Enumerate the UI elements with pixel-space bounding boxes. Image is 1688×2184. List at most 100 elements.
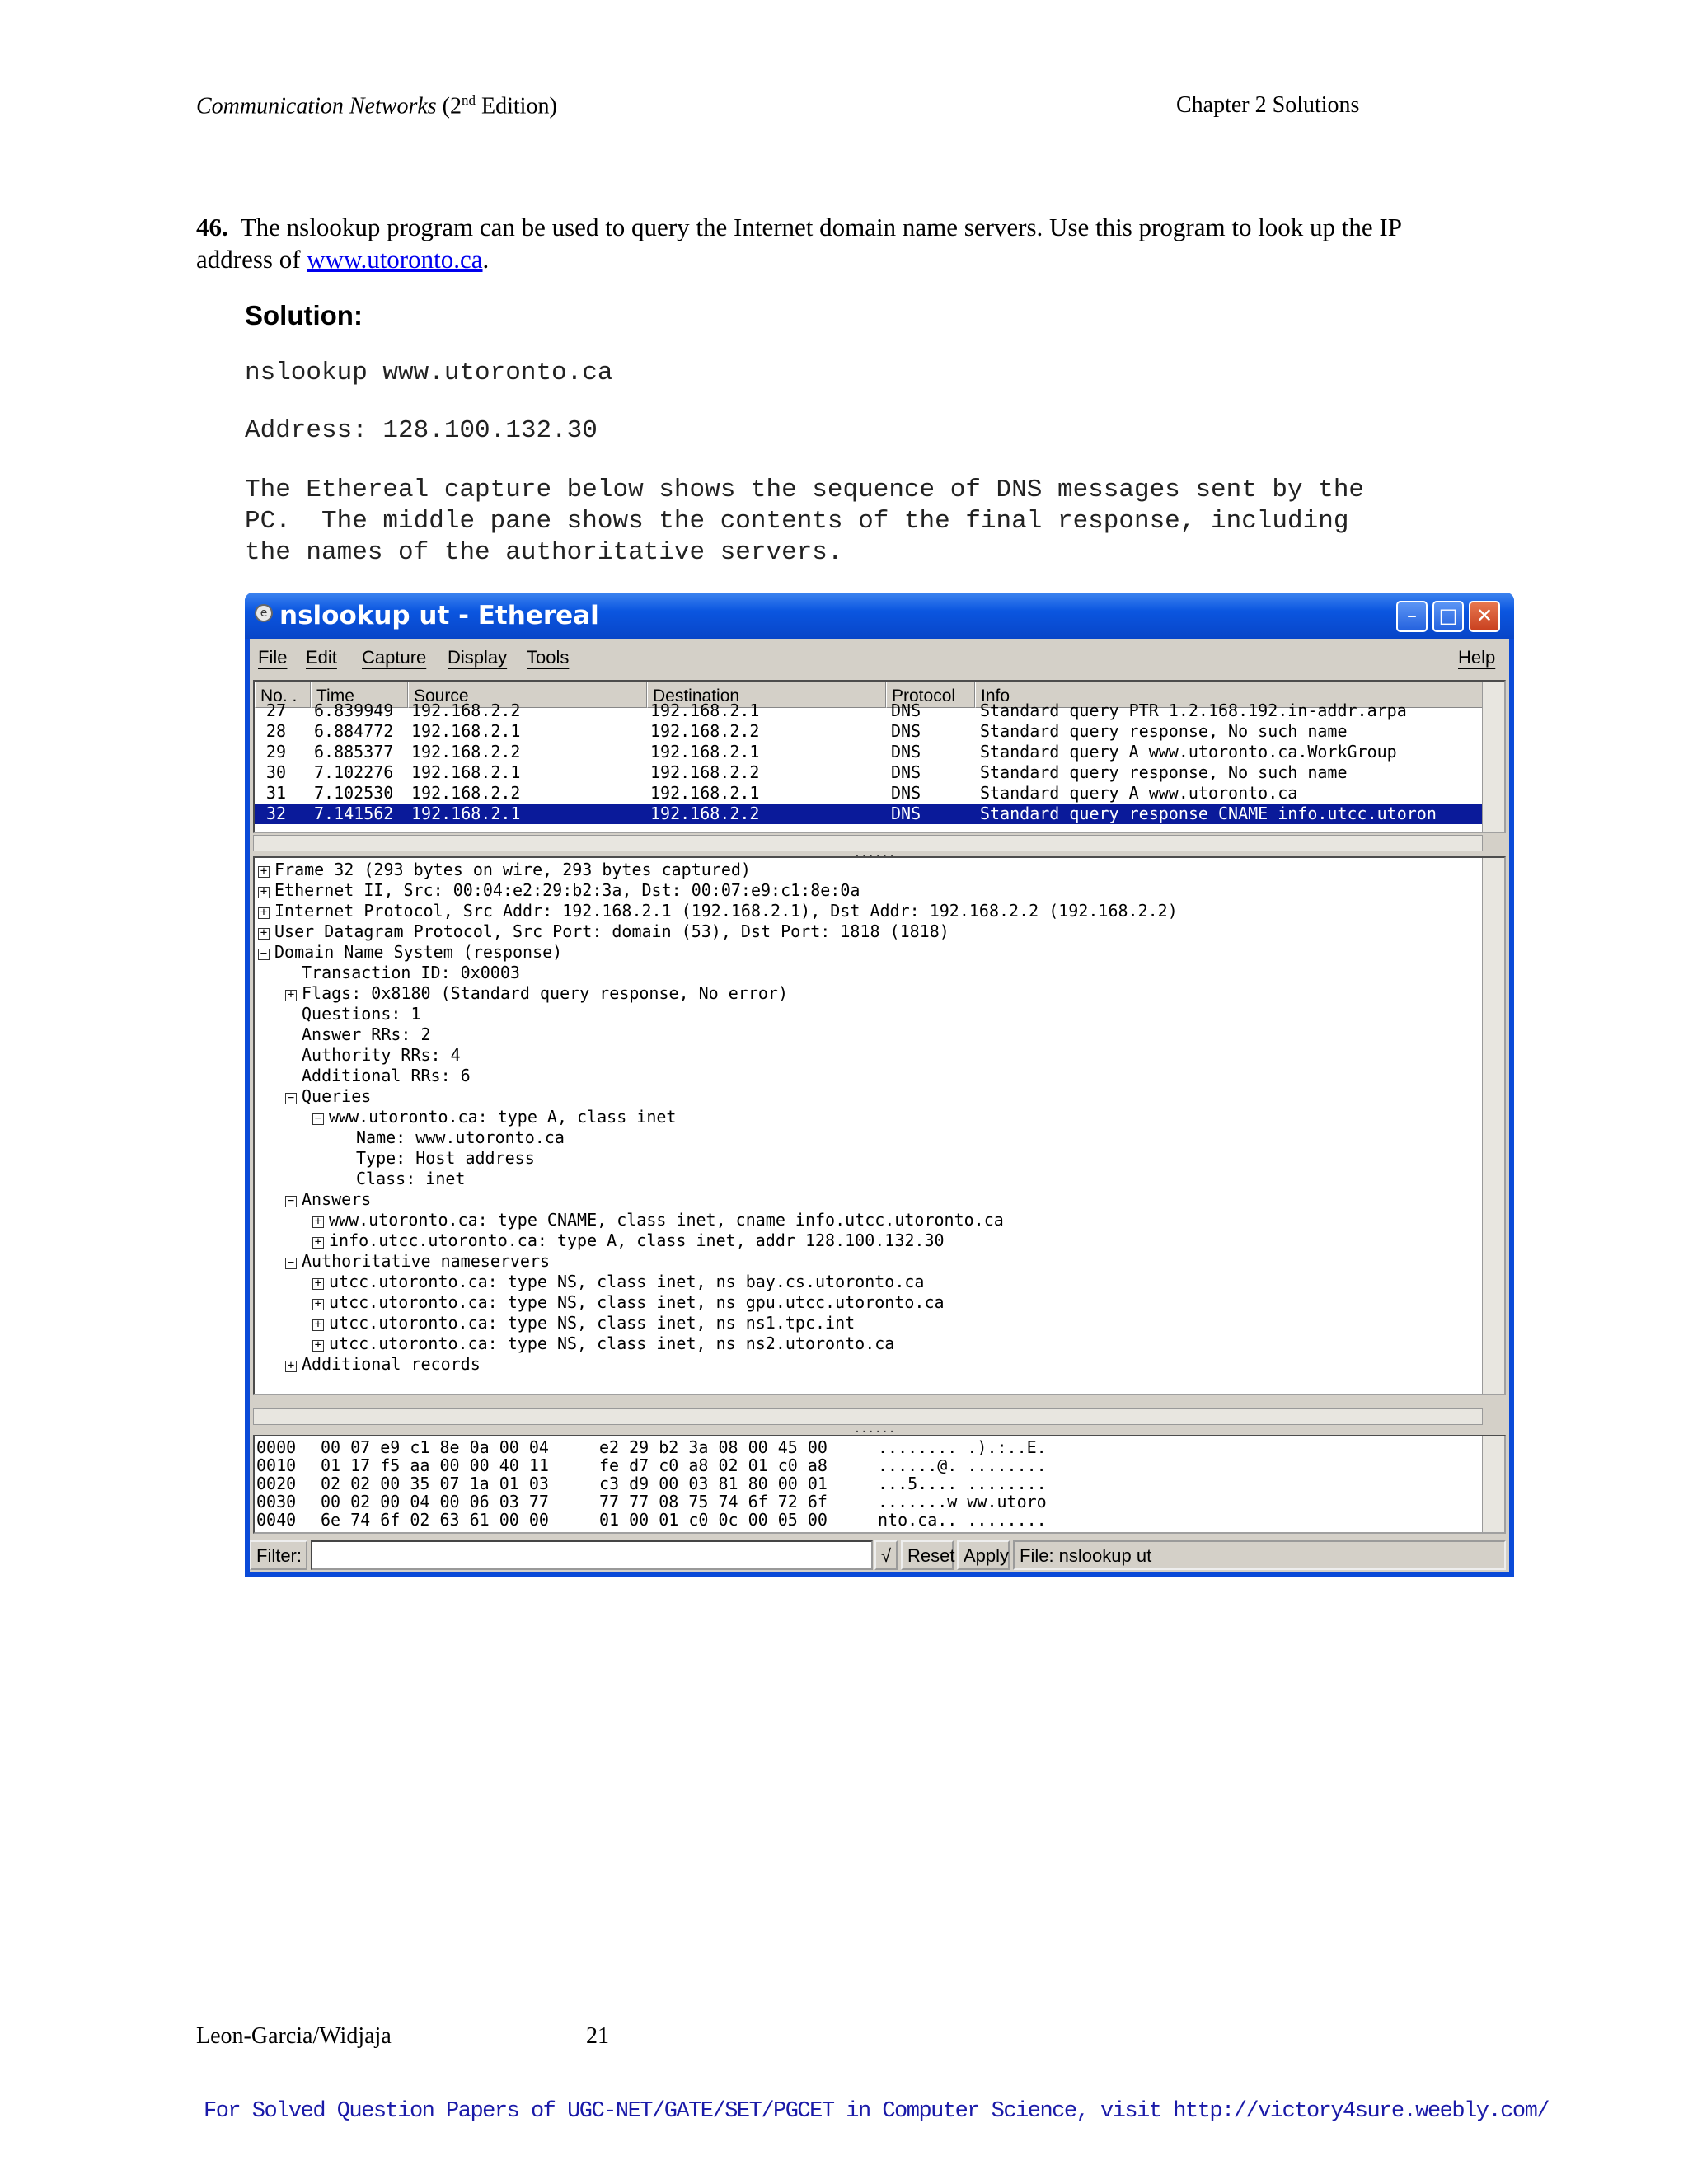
tree-item-label: utcc.utoronto.ca: type NS, class inet, n… xyxy=(329,1272,925,1291)
tree-item-label: Ethernet II, Src: 00:04:e2:29:b2:3a, Dst… xyxy=(274,880,860,900)
filter-bar: Filter: √ Reset Apply File: nslookup ut xyxy=(250,1537,1509,1572)
expand-icon[interactable]: + xyxy=(285,989,297,1001)
title-bar[interactable]: e nslookup ut - Ethereal – □ ✕ xyxy=(245,593,1514,639)
tree-item-label: Frame 32 (293 bytes on wire, 293 bytes c… xyxy=(274,860,751,879)
collapse-icon[interactable]: − xyxy=(258,948,270,960)
menu-capture[interactable]: Capture xyxy=(362,647,426,668)
collapse-icon[interactable]: − xyxy=(285,1257,297,1269)
packet-cell-no: 28 xyxy=(265,720,286,741)
packet-row[interactable]: 27 6.839949 192.168.2.2 192.168.2.1 DNS Stand… xyxy=(255,701,1483,721)
tree-item-label: Flags: 0x8180 (Standard query response, … xyxy=(302,983,789,1003)
collapse-icon[interactable]: − xyxy=(285,1195,297,1207)
expand-icon[interactable]: + xyxy=(312,1339,324,1352)
tree-item[interactable]: + utcc.utoronto.ca: type NS, class inet, … xyxy=(312,1313,855,1333)
ethereal-window: e nslookup ut - Ethereal – □ ✕ File Edit… xyxy=(245,593,1514,1577)
packet-row[interactable]: 29 6.885377 192.168.2.2 192.168.2.1 DNS Stand… xyxy=(255,742,1483,762)
collapse-icon[interactable]: − xyxy=(312,1113,324,1125)
packet-row[interactable]: 31 7.102530 192.168.2.2 192.168.2.1 DNS Stand… xyxy=(255,783,1483,804)
hex-scrollbar[interactable] xyxy=(1482,1436,1504,1532)
tree-item-label: www.utoronto.ca: type A, class inet xyxy=(329,1107,677,1127)
tree-item-label: Type: Host address xyxy=(356,1148,535,1168)
packet-cell-time: 7.102530 xyxy=(314,782,394,803)
tree-item[interactable]: + info.utcc.utoronto.ca: type A, class in… xyxy=(312,1230,945,1251)
tree-item[interactable]: + utcc.utoronto.ca: type NS, class inet, … xyxy=(312,1333,894,1354)
expand-icon[interactable]: + xyxy=(258,865,270,878)
menu-help[interactable]: Help xyxy=(1458,647,1495,668)
tree-item[interactable]: + utcc.utoronto.ca: type NS, class inet, … xyxy=(312,1272,924,1292)
packet-cell-time: 6.885377 xyxy=(314,741,394,762)
tree-item[interactable]: + utcc.utoronto.ca: type NS, class inet, … xyxy=(312,1292,945,1313)
tree-item[interactable]: + User Datagram Protocol, Src Port: domai… xyxy=(258,921,950,942)
packet-cell-dst: 192.168.2.1 xyxy=(650,700,760,720)
packet-cell-proto: DNS xyxy=(891,762,921,782)
tree-item: Answer RRs: 2 xyxy=(302,1024,431,1045)
packet-list-scrollbar[interactable] xyxy=(1482,682,1504,832)
tree-item-label: User Datagram Protocol, Src Port: domain… xyxy=(274,921,950,941)
packet-details-pane: + Frame 32 (293 bytes on wire, 293 bytes … xyxy=(253,856,1506,1395)
filter-label[interactable]: Filter: xyxy=(250,1540,307,1570)
packet-cell-src: 192.168.2.2 xyxy=(411,741,521,762)
tree-item[interactable]: − Answers xyxy=(285,1189,371,1210)
close-button[interactable]: ✕ xyxy=(1469,601,1500,632)
tree-item: Questions: 1 xyxy=(302,1004,421,1024)
footer-promo[interactable]: For Solved Question Papers of UGC-NET/GA… xyxy=(204,2099,1550,2124)
expand-icon[interactable]: + xyxy=(285,1360,297,1372)
menu-tools[interactable]: Tools xyxy=(527,647,569,668)
tree-item[interactable]: + www.utoronto.ca: type CNAME, class inet… xyxy=(312,1210,1004,1230)
hex-off: 0030 xyxy=(256,1492,297,1511)
filter-dropdown-icon[interactable]: √ xyxy=(874,1540,898,1570)
running-header-chapter: Chapter 2 Solutions xyxy=(1176,92,1360,118)
expand-icon[interactable]: + xyxy=(312,1277,324,1290)
reset-button[interactable]: Reset xyxy=(901,1540,954,1570)
expand-icon[interactable]: + xyxy=(258,886,270,898)
tree-item[interactable]: + Internet Protocol, Src Addr: 192.168.2.… xyxy=(258,901,1178,921)
tree-item-label: Authoritative nameservers xyxy=(302,1251,551,1271)
expand-icon[interactable]: + xyxy=(258,907,270,919)
filter-input[interactable] xyxy=(311,1540,873,1570)
tree-item[interactable]: + Ethernet II, Src: 00:04:e2:29:b2:3a, Ds… xyxy=(258,880,860,901)
tree-item[interactable]: − Authoritative nameservers xyxy=(285,1251,550,1272)
expand-icon[interactable]: + xyxy=(258,927,270,940)
packet-cell-src: 192.168.2.2 xyxy=(411,700,521,720)
tree-item[interactable]: − www.utoronto.ca: type A, class inet xyxy=(312,1107,676,1127)
collapse-icon[interactable]: − xyxy=(285,1092,297,1104)
menu-edit[interactable]: Edit xyxy=(306,647,337,668)
hex-bytes2: fe d7 c0 a8 02 01 c0 a8 xyxy=(599,1455,828,1475)
packet-cell-time: 7.102276 xyxy=(314,762,394,782)
packet-row[interactable]: 32 7.141562 192.168.2.1 192.168.2.2 DNS Stand… xyxy=(255,803,1483,824)
packet-cell-src: 192.168.2.1 xyxy=(411,720,521,741)
footer-authors: Leon-Garcia/Widjaja xyxy=(196,2023,392,2049)
expand-icon[interactable]: + xyxy=(312,1236,324,1249)
tree-item-label: utcc.utoronto.ca: type NS, class inet, n… xyxy=(329,1333,895,1353)
packet-cell-info: Standard query PTR 1.2.168.192.in-addr.a… xyxy=(980,700,1407,720)
expand-icon[interactable]: + xyxy=(312,1216,324,1228)
utoronto-link[interactable]: www.utoronto.ca xyxy=(307,245,482,274)
address-result: Address: 128.100.132.30 xyxy=(245,416,598,445)
packet-cell-info: Standard query response, No such name xyxy=(980,720,1348,741)
splitter-handle-2[interactable]: ...... xyxy=(850,1423,899,1435)
expand-icon[interactable]: + xyxy=(312,1298,324,1310)
packet-cell-info: Standard query A www.utoronto.ca.WorkGro… xyxy=(980,741,1397,762)
minimize-button[interactable]: – xyxy=(1396,601,1428,632)
details-scrollbar[interactable] xyxy=(1482,858,1504,1394)
maximize-button[interactable]: □ xyxy=(1432,601,1464,632)
tree-item[interactable]: − Queries xyxy=(285,1086,371,1107)
apply-button[interactable]: Apply xyxy=(957,1540,1010,1570)
status-file: File: nslookup ut xyxy=(1013,1540,1506,1570)
tree-item[interactable]: + Additional records xyxy=(285,1354,481,1375)
tree-item[interactable]: + Frame 32 (293 bytes on wire, 293 bytes … xyxy=(258,860,751,880)
packet-row[interactable]: 28 6.884772 192.168.2.1 192.168.2.2 DNS Stand… xyxy=(255,721,1483,742)
packet-row[interactable]: 30 7.102276 192.168.2.1 192.168.2.2 DNS Stand… xyxy=(255,762,1483,783)
hex-dump-pane: 0000 00 07 e9 c1 8e 0a 00 04 e2 29 b2 3a 0… xyxy=(253,1435,1506,1534)
tree-item-label: Answer RRs: 2 xyxy=(302,1024,431,1044)
window-client: File Edit Capture Display Tools Help No.… xyxy=(250,639,1509,1572)
tree-item[interactable]: + Flags: 0x8180 (Standard query response,… xyxy=(285,983,788,1004)
packet-cell-proto: DNS xyxy=(891,700,921,720)
menu-file[interactable]: File xyxy=(258,647,287,668)
expand-icon[interactable]: + xyxy=(312,1319,324,1331)
tree-item-label: Domain Name System (response) xyxy=(274,942,563,962)
hex-bytes2: 01 00 01 c0 0c 00 05 00 xyxy=(599,1510,828,1530)
tree-item[interactable]: − Domain Name System (response) xyxy=(258,942,562,963)
menu-display[interactable]: Display xyxy=(448,647,507,668)
hex-bytes2: 77 77 08 75 74 6f 72 6f xyxy=(599,1492,828,1511)
